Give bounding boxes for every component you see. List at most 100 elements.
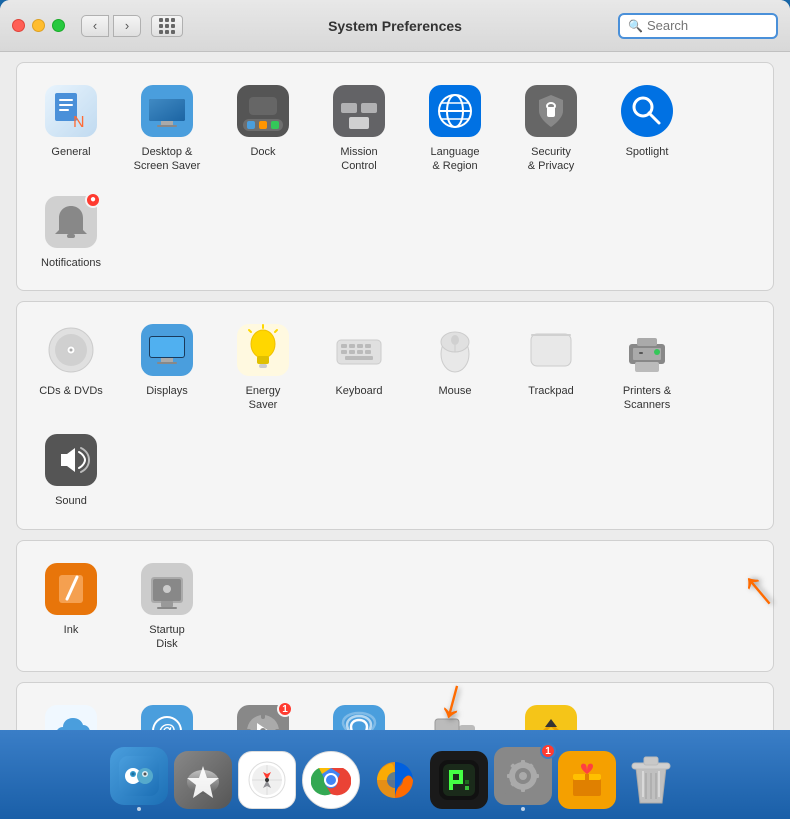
trackpad-icon (523, 322, 579, 378)
mouse-icon (427, 322, 483, 378)
ink-label: Ink (64, 623, 79, 637)
startup-label: StartupDisk (149, 623, 184, 652)
keyboard-label: Keyboard (335, 384, 382, 398)
software-badge: 1 (277, 701, 293, 717)
dock-giftbox[interactable] (558, 751, 616, 811)
general-icon: N (43, 83, 99, 139)
pref-cds[interactable]: CDs & DVDs (27, 316, 115, 419)
pref-sound[interactable]: Sound (27, 426, 115, 514)
pref-displays[interactable]: Displays (123, 316, 211, 419)
cds-label: CDs & DVDs (39, 384, 103, 398)
pref-energy[interactable]: EnergySaver (219, 316, 307, 419)
dock-firefox[interactable] (366, 751, 424, 811)
pref-sharing[interactable]: Sharing (507, 697, 595, 730)
notifications-badge: ● (85, 192, 101, 208)
finder-icon (110, 747, 168, 805)
finder-active-dot (137, 807, 141, 811)
sound-label: Sound (55, 494, 87, 508)
dock-sysprefs[interactable]: 1 (494, 747, 552, 811)
printers-icon (619, 322, 675, 378)
mouse-label: Mouse (438, 384, 471, 398)
dock: 1 (0, 730, 790, 819)
security-label: Security& Privacy (528, 145, 574, 174)
sysprefs-badge: 1 (540, 743, 556, 759)
svg-text:@: @ (158, 721, 176, 730)
pref-trackpad[interactable]: Trackpad (507, 316, 595, 419)
cds-icon (43, 322, 99, 378)
pref-internet[interactable]: @ InternetAccounts (123, 697, 211, 730)
security-icon (523, 83, 579, 139)
language-label: Language& Region (431, 145, 480, 174)
displays-icon (139, 322, 195, 378)
ink-icon (43, 561, 99, 617)
grid-icon (159, 18, 175, 34)
sysprefs-dock-icon: 1 (494, 747, 552, 805)
pixelmate-icon (430, 751, 488, 809)
launchpad-icon (174, 751, 232, 809)
network-icon (331, 703, 387, 730)
pref-startup[interactable]: StartupDisk (123, 555, 211, 658)
nav-buttons: ‹ › (81, 15, 141, 37)
grid-view-button[interactable] (151, 15, 183, 37)
desktop-icon (139, 83, 195, 139)
dock-safari[interactable] (238, 751, 296, 811)
dock-trash[interactable] (622, 751, 680, 811)
pref-software[interactable]: 1 SoftwareUpdate (219, 697, 307, 730)
pref-mouse[interactable]: Mouse (411, 316, 499, 419)
printers-label: Printers &Scanners (623, 384, 671, 413)
pref-extensions[interactable]: Extensions (411, 697, 499, 730)
language-icon (427, 83, 483, 139)
chrome-icon (302, 751, 360, 809)
search-input[interactable] (647, 18, 768, 33)
spotlight-icon (619, 83, 675, 139)
traffic-lights (12, 19, 65, 32)
trash-icon (622, 751, 680, 809)
hardware2-section: Ink StartupDisk (16, 540, 774, 673)
pref-general[interactable]: N General (27, 77, 115, 180)
software-icon: 1 (235, 703, 291, 730)
search-icon: 🔍 (628, 19, 643, 33)
search-box[interactable]: 🔍 (618, 13, 778, 39)
displays-label: Displays (146, 384, 188, 398)
system-preferences-window: ‹ › System Preferences 🔍 (0, 0, 790, 730)
sound-icon (43, 432, 99, 488)
dock-launchpad[interactable] (174, 751, 232, 811)
pref-ink[interactable]: Ink (27, 555, 115, 658)
firefox-icon (366, 751, 424, 809)
pref-dock[interactable]: Dock (219, 77, 307, 180)
fullscreen-button[interactable] (52, 19, 65, 32)
dock-chrome[interactable] (302, 751, 360, 811)
internet-icon: @ (139, 703, 195, 730)
giftbox-icon (558, 751, 616, 809)
pref-network[interactable]: Network (315, 697, 403, 730)
safari-icon (238, 751, 296, 809)
pref-printers[interactable]: Printers &Scanners (603, 316, 691, 419)
window-title: System Preferences (328, 18, 462, 34)
minimize-button[interactable] (32, 19, 45, 32)
pref-notifications[interactable]: ● Notifications (27, 188, 115, 276)
sysprefs-active-dot (521, 807, 525, 811)
forward-button[interactable]: › (113, 15, 141, 37)
keyboard-icon (331, 322, 387, 378)
mission-icon (331, 83, 387, 139)
extensions-icon (427, 703, 483, 730)
back-button[interactable]: ‹ (81, 15, 109, 37)
dock-pixelmate[interactable] (430, 751, 488, 811)
pref-spotlight[interactable]: Spotlight (603, 77, 691, 180)
pref-keyboard[interactable]: Keyboard (315, 316, 403, 419)
personal-section: N General Desktop &Scree (16, 62, 774, 291)
pref-icloud[interactable]: iCloud (27, 697, 115, 730)
pref-desktop[interactable]: Desktop &Screen Saver (123, 77, 211, 180)
spotlight-label: Spotlight (626, 145, 669, 159)
pref-mission[interactable]: MissionControl (315, 77, 403, 180)
pref-security[interactable]: Security& Privacy (507, 77, 595, 180)
startup-icon (139, 561, 195, 617)
close-button[interactable] (12, 19, 25, 32)
pref-language[interactable]: Language& Region (411, 77, 499, 180)
general-label: General (51, 145, 90, 159)
dock-icon (235, 83, 291, 139)
desktop-label: Desktop &Screen Saver (134, 145, 201, 174)
dock-finder[interactable] (110, 747, 168, 811)
sharing-icon (523, 703, 579, 730)
titlebar: ‹ › System Preferences 🔍 (0, 0, 790, 52)
